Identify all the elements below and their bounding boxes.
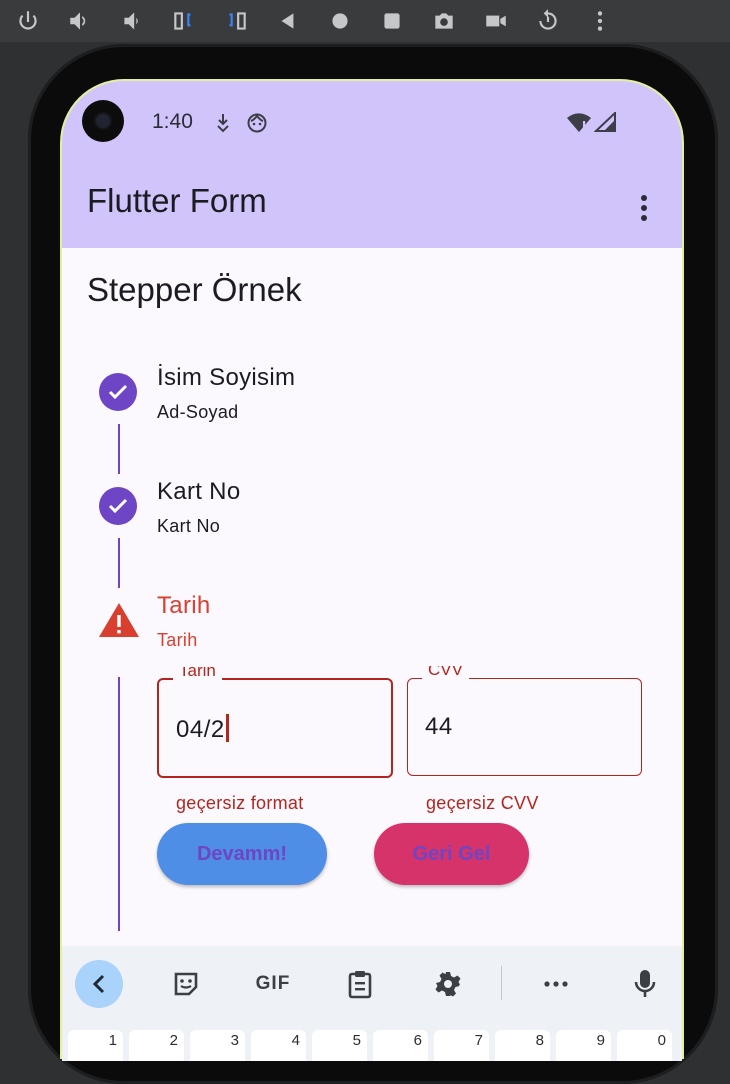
step-2-title[interactable]: Kart No <box>157 478 240 506</box>
keyboard: GIF 1 2 3 4 5 6 7 8 9 0 <box>62 946 682 1061</box>
signal-icon <box>594 112 616 132</box>
app-title: Flutter Form <box>87 182 267 219</box>
key-5[interactable]: 5 <box>312 1030 367 1061</box>
emulator-toolbar <box>0 0 730 42</box>
clipboard-icon[interactable] <box>336 960 384 1008</box>
step-2-check-icon[interactable] <box>99 487 137 525</box>
power-icon[interactable] <box>12 5 44 37</box>
key-2[interactable]: 2 <box>129 1030 184 1061</box>
cvv-field-error: geçersiz CVV <box>426 793 539 813</box>
replay-icon[interactable] <box>532 5 564 37</box>
step-1-title[interactable]: İsim Soyisim <box>157 364 295 392</box>
more-vert-icon[interactable] <box>584 5 616 37</box>
home-icon[interactable] <box>324 5 356 37</box>
key-4[interactable]: 4 <box>251 1030 306 1061</box>
rotate-left-icon[interactable] <box>168 5 200 37</box>
rotate-right-icon[interactable] <box>220 5 252 37</box>
app-bar: Flutter Form <box>62 168 682 248</box>
continue-button[interactable]: Devamm! <box>157 823 327 885</box>
volume-down-icon[interactable] <box>116 5 148 37</box>
text-cursor <box>225 714 229 742</box>
back-button[interactable]: Geri Gel <box>374 823 529 885</box>
step-connector <box>118 677 120 931</box>
sticker-icon[interactable] <box>162 960 210 1008</box>
face-icon <box>247 113 267 133</box>
more-horiz-icon[interactable] <box>532 960 580 1008</box>
overview-icon[interactable] <box>376 5 408 37</box>
date-field-error: geçersiz format <box>176 793 304 813</box>
back-icon[interactable] <box>272 5 304 37</box>
step-3-warning-icon[interactable] <box>98 602 140 638</box>
cvv-field-value[interactable]: 44 <box>425 713 453 741</box>
key-3[interactable]: 3 <box>190 1030 245 1061</box>
more-vert-icon[interactable] <box>626 188 662 228</box>
wifi-icon <box>567 113 591 132</box>
keyboard-divider <box>501 966 502 1000</box>
step-3-title[interactable]: Tarih <box>157 592 211 620</box>
device-screen: 1:40 Flutter Form Stepper Örnek İsim Soy… <box>62 81 682 1061</box>
status-bar: 1:40 <box>62 81 682 168</box>
date-field[interactable]: Tarih 04/2 <box>157 667 393 778</box>
date-field-label: Tarih <box>173 667 222 681</box>
gif-icon[interactable]: GIF <box>249 960 297 1008</box>
step-connector <box>118 424 120 474</box>
cvv-field-label: CVV <box>422 666 469 680</box>
front-camera <box>82 100 124 142</box>
step-1-check-icon[interactable] <box>99 373 137 411</box>
key-9[interactable]: 9 <box>556 1030 611 1061</box>
date-field-value[interactable]: 04/2 <box>176 714 229 744</box>
key-8[interactable]: 8 <box>495 1030 550 1061</box>
key-6[interactable]: 6 <box>373 1030 428 1061</box>
status-time: 1:40 <box>152 110 193 133</box>
download-icon <box>217 114 229 133</box>
page-title: Stepper Örnek <box>87 271 302 308</box>
step-3-subtitle: Tarih <box>157 630 198 650</box>
step-connector <box>118 538 120 588</box>
cvv-field[interactable]: CVV 44 <box>407 666 642 776</box>
mic-icon[interactable] <box>621 960 669 1008</box>
key-0[interactable]: 0 <box>617 1030 672 1061</box>
camera-icon[interactable] <box>428 5 460 37</box>
volume-up-icon[interactable] <box>64 5 96 37</box>
video-icon[interactable] <box>480 5 512 37</box>
step-2-subtitle: Kart No <box>157 516 221 536</box>
chevron-left-icon[interactable] <box>75 960 123 1008</box>
step-1-subtitle: Ad-Soyad <box>157 402 239 422</box>
key-7[interactable]: 7 <box>434 1030 489 1061</box>
key-1[interactable]: 1 <box>68 1030 123 1061</box>
gear-icon[interactable] <box>424 960 472 1008</box>
